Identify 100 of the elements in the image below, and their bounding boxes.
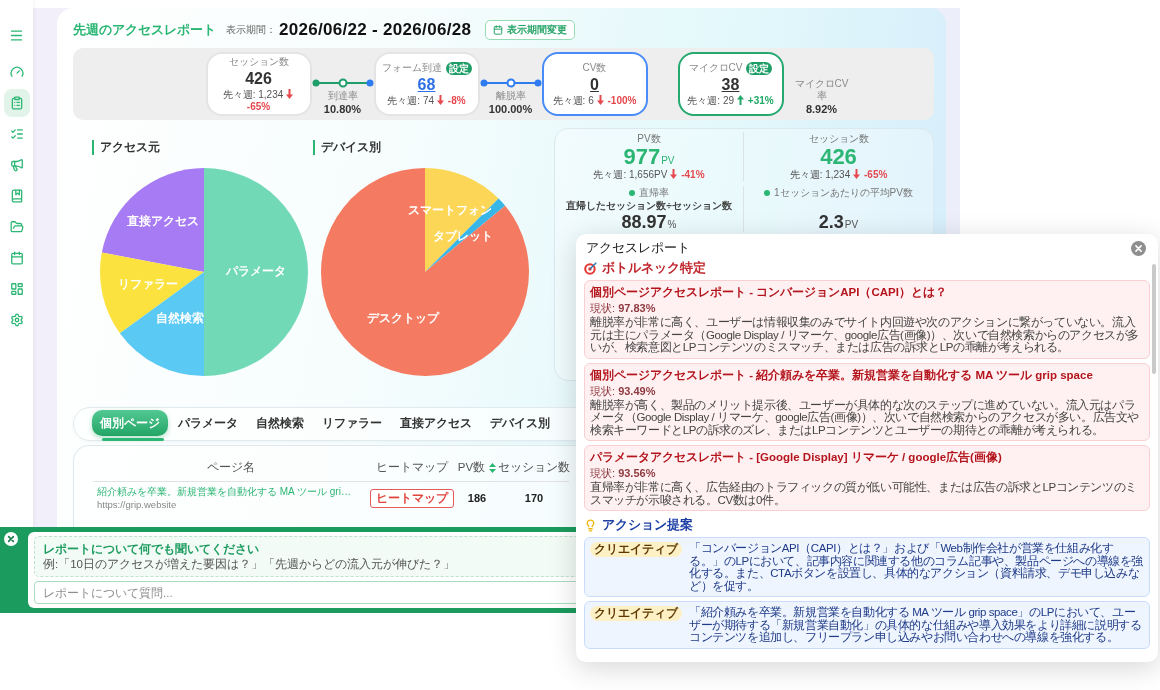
action-text: 「コンバージョンAPI（CAPI）とは？」および「Web制作会社が営業を仕組み化する。」のLPにおいて、記事内容に関連する他のコラム記事や、製品ページへの導線を強化する。また、CTAボタンを設置し、具体的なアクション（資料請求、デモ申し込みなど）を促す。 xyxy=(689,542,1144,592)
table-cell: 170 xyxy=(524,492,544,504)
chart-title: アクセス元 xyxy=(92,140,160,155)
stat-unit: PV xyxy=(661,155,675,166)
table-cell: 186 xyxy=(467,492,487,504)
previous-value: 先々週: 1,234 xyxy=(222,89,284,100)
change-value: -41% xyxy=(681,169,705,180)
target-icon xyxy=(584,261,597,275)
previous-value: 先々週: 74 xyxy=(387,95,435,106)
tab[interactable]: リファラー xyxy=(314,410,390,436)
gauge-icon xyxy=(9,65,24,79)
category-tag: クリエイティブ xyxy=(590,606,682,621)
stat-note: 直帰したセッション数÷セッション数 xyxy=(566,199,732,212)
slice-label: 自然検索 xyxy=(156,310,205,325)
active-tab-indicator xyxy=(102,438,164,441)
connector-label: 到達率 xyxy=(327,90,358,102)
megaphone-icon xyxy=(9,158,24,172)
issue-title: 個別ページアクセスレポート - 紹介頼みを卒業。新規営業を自動化する MA ツール grip space xyxy=(590,367,1094,383)
change-value: -65% xyxy=(864,169,888,180)
calendar-icon xyxy=(9,251,24,265)
column-header: ページ名 xyxy=(207,460,255,475)
column-header: PV数 xyxy=(457,460,486,475)
previous-value: 先々週: 29 xyxy=(687,95,734,106)
settings-icon xyxy=(9,313,24,327)
calendar-icon xyxy=(493,25,504,35)
column-header: セッション数 xyxy=(498,460,570,475)
stat-unit: PV xyxy=(844,219,859,230)
issue-status: 現状: 93.49% xyxy=(590,383,657,398)
close-icon[interactable] xyxy=(4,532,18,546)
tab[interactable]: 自然検索 xyxy=(248,410,312,436)
category-tag: クリエイティブ xyxy=(590,542,682,557)
connector-value: 100.00% xyxy=(488,102,533,116)
report-title: 先週のアクセスレポート xyxy=(73,22,216,38)
change-value: -100% xyxy=(607,95,637,106)
connector-label: 離脱率 xyxy=(495,90,526,102)
change-value: +31% xyxy=(747,95,774,106)
tab[interactable]: デバイス別 xyxy=(482,410,558,436)
section-heading: ボトルネック特定 xyxy=(602,260,706,276)
previous-value: 先々週: 6 xyxy=(552,95,594,106)
metric-link[interactable]: 68 xyxy=(417,75,436,95)
metric-label: フォーム到達 xyxy=(381,61,442,75)
issue-title: パラメータアクセスレポート - [Google Display] リマーケ / google広告(画像) xyxy=(590,450,1003,465)
page-url: https://grip.website xyxy=(97,499,177,511)
sort-icon[interactable] xyxy=(489,462,497,473)
layout-icon xyxy=(9,282,24,296)
metric-label: セッション数 xyxy=(228,55,289,69)
slice-label: リファラー xyxy=(118,276,179,291)
slice-label: 直接アクセス xyxy=(126,214,199,229)
stat-value: 88.97 xyxy=(621,212,667,232)
stat-label: 直帰率 xyxy=(639,186,669,199)
section-heading: アクション提案 xyxy=(602,517,693,533)
connector-value: 10.80% xyxy=(323,102,362,116)
issue-description: 直帰率が非常に高く、広告経由のトラフィックの質が低い可能性、または広告の訴求とLPコンテンツのミスマッチが示唆される。CV数は0件。 xyxy=(590,481,1138,506)
metric-link[interactable]: 38 xyxy=(721,75,740,95)
stat-label: 1セッションあたりの平均PV数 xyxy=(774,186,913,199)
tab[interactable]: パラメータ xyxy=(170,410,246,436)
lightbulb-icon xyxy=(584,518,597,532)
column-header: ヒートマップ xyxy=(376,460,448,475)
stat-label: セッション数 xyxy=(808,132,869,145)
change-value: -65% xyxy=(246,101,271,112)
previous-value: 先々週: 1,234 xyxy=(789,169,851,180)
stat-value: 2.3 xyxy=(818,212,844,232)
folder-icon xyxy=(9,220,24,234)
status-dot-icon xyxy=(629,189,635,196)
stat-label: PV数 xyxy=(637,132,661,145)
issue-status: 現状: 93.56% xyxy=(590,466,657,480)
sidebar-button[interactable] xyxy=(3,89,30,117)
issue-title: 個別ページアクセスレポート - コンバージョンAPI（CAPI）とは？ xyxy=(590,285,948,300)
dialog-title: アクセスレポート xyxy=(586,240,690,256)
period-label: 表示期間： xyxy=(226,23,276,37)
slice-label: デスクトップ xyxy=(366,311,439,326)
metric-link[interactable]: 0 xyxy=(590,75,599,95)
close-icon[interactable] xyxy=(1131,240,1146,256)
slice-label: パラメータ xyxy=(226,264,286,279)
stat-value: 977 xyxy=(623,145,661,169)
metric-label: マイクロCV xyxy=(688,61,743,75)
clipboard-icon xyxy=(9,96,24,110)
issue-status: 現状: 97.83% xyxy=(590,301,657,315)
metric-label: CV数 xyxy=(582,61,607,75)
hint-title: レポートについて何でも聞いてください xyxy=(43,541,260,557)
heatmap-button[interactable]: ヒートマップ xyxy=(370,488,454,508)
stat-unit: % xyxy=(667,219,677,230)
hint-example: 例:「10日のアクセスが増えた要因は？」「先週からどの流入元が伸びた？」 xyxy=(43,557,456,572)
issue-description: 離脱率が高く、製品のメリット提示後、ユーザーが具体的な次のステップに進めていない。流入元はパラメータ（Google Display / リマーケ、google広告(画像)）、次いで自然検索からのアクセスが多い。広告文や検索キーワードとLPの訴求のズレ、またはLPコンテンツとユーザーの期待との乖離が考えられる。 xyxy=(590,398,1140,436)
change-value: -8% xyxy=(447,95,466,106)
previous-value: 先々週: 1,656PV xyxy=(593,169,668,180)
metric-value: 426 xyxy=(245,69,272,89)
menu-icon xyxy=(9,27,24,43)
scrollbar-thumb[interactable] xyxy=(1152,264,1156,374)
status-dot-icon xyxy=(764,189,771,196)
rate-label: マイクロCV率 xyxy=(793,78,850,102)
tab[interactable]: 直接アクセス xyxy=(392,410,480,436)
book-icon xyxy=(9,189,24,203)
action-text: 「紹介頼みを卒業。新規営業を自動化する MA ツール grip space」のLPにおいて、ユーザーが期待する「新規営業自動化」の具体的な仕組みや導入効果をより詳細に説明するコンテンツを追加し、フリープラン申し込みやお問い合わせへの導線を強化する。 xyxy=(689,606,1143,644)
rate-value: 8.92% xyxy=(805,102,838,116)
checklist-icon xyxy=(9,127,24,141)
chart-title: デバイス別 xyxy=(313,140,381,155)
stat-value: 426 xyxy=(820,145,857,169)
issue-description: 離脱率が非常に高く、ユーザーは情報収集のみでサイト内回遊や次のアクションに繋がっていない。流入元は主にパラメータ（Google Display / リマーケ、google広告(画像)）、次いで自然検索からのアクセスが多いが、検索意図とLPコンテンツのミスマッチ、または広告の訴求とLPの乖離が考えられる。 xyxy=(590,316,1140,354)
period-range: 2026/06/22 - 2026/06/28 xyxy=(279,20,472,40)
